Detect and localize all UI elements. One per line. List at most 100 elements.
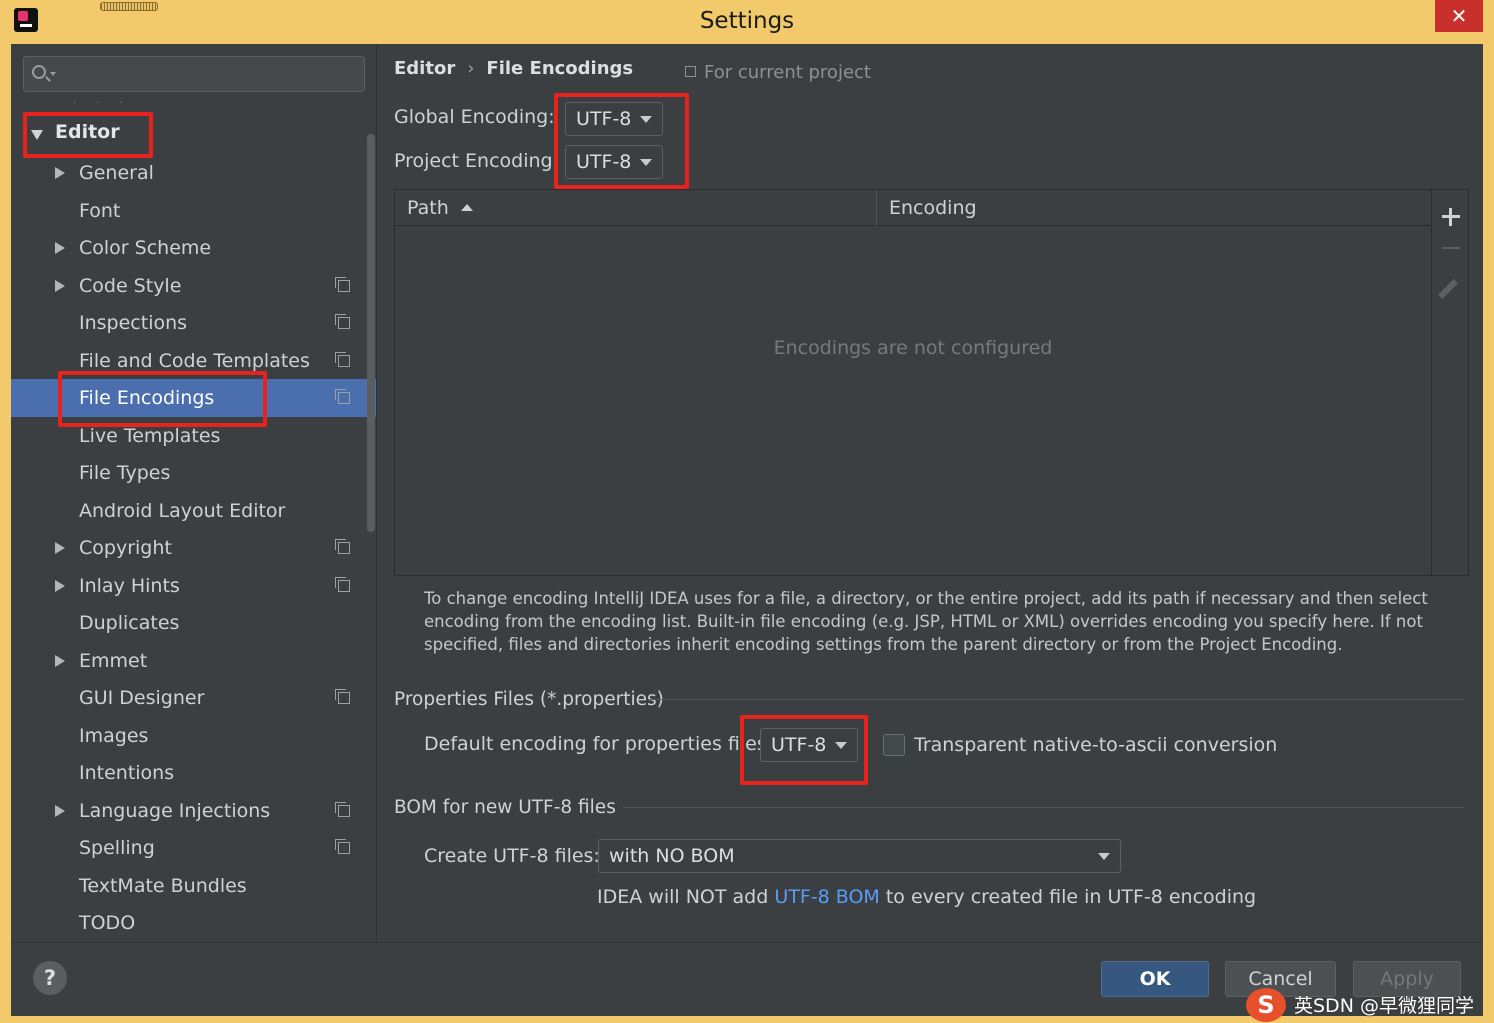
tree-item-intentions[interactable]: Intentions	[11, 754, 376, 792]
expand-arrow-icon[interactable]	[55, 805, 65, 817]
project-scope-label: For current project	[704, 62, 871, 83]
expanded-arrow-icon[interactable]	[31, 130, 43, 140]
tree-item-gui-designer[interactable]: GUI Designer	[11, 679, 376, 717]
column-header-encoding[interactable]: Encoding	[877, 190, 1429, 226]
tree-item-label: Intentions	[79, 762, 175, 784]
tree-item-label: Android Layout Editor	[79, 500, 286, 522]
expand-arrow-icon[interactable]	[55, 280, 65, 292]
project-settings-icon	[335, 539, 350, 554]
project-settings-icon	[335, 314, 350, 329]
tree-item-label: General	[79, 162, 154, 184]
edit-icon[interactable]	[1438, 279, 1458, 299]
tree-item-spelling[interactable]: Spelling	[11, 829, 376, 867]
section-divider	[650, 699, 1464, 700]
title-bar[interactable]: Settings ✕	[0, 0, 1494, 44]
tree-item-general[interactable]: General	[11, 154, 376, 192]
expand-arrow-icon[interactable]	[55, 167, 65, 179]
path-header-label: Path	[407, 197, 449, 219]
ok-button[interactable]: OK	[1101, 961, 1209, 997]
tree-item-code-style[interactable]: Code Style	[11, 267, 376, 305]
tree-item-duplicates[interactable]: Duplicates	[11, 604, 376, 642]
tree-item-label: TODO	[79, 912, 136, 934]
properties-section-title: Properties Files (*.properties)	[394, 689, 664, 710]
tree-item-label: Code Style	[79, 275, 182, 297]
remove-icon[interactable]	[1442, 247, 1460, 249]
bom-note: IDEA will NOT add UTF-8 BOM to every cre…	[597, 886, 1256, 908]
tree-item-file-encodings[interactable]: File Encodings	[11, 379, 376, 417]
expand-arrow-icon[interactable]	[55, 655, 65, 667]
tree-item-label: Live Templates	[79, 425, 221, 447]
tree-item-textmate-bundles[interactable]: TextMate Bundles	[11, 867, 376, 905]
tree-item-android-layout-editor[interactable]: Android Layout Editor	[11, 492, 376, 530]
tree-item-label: Language Injections	[79, 800, 271, 822]
expand-arrow-icon[interactable]	[55, 542, 65, 554]
breadcrumb: Editor › File Encodings	[394, 58, 633, 79]
watermark-text: 英SDN @早微狸同学	[1294, 995, 1474, 1017]
breadcrumb-parent[interactable]: Editor	[394, 58, 455, 79]
sort-ascending-icon	[460, 204, 473, 211]
search-field[interactable]	[23, 56, 365, 92]
window-title: Settings	[699, 8, 795, 34]
section-divider	[623, 807, 1464, 808]
tree-item-todo[interactable]: TODO	[11, 904, 376, 942]
tree-item-label: File Types	[79, 462, 171, 484]
tree-item-label: File and Code Templates	[79, 350, 310, 372]
utf8-bom-link[interactable]: UTF-8 BOM	[774, 886, 879, 908]
tree-item-label: GUI Designer	[79, 687, 205, 709]
close-button[interactable]: ✕	[1435, 0, 1483, 32]
bom-value: with NO BOM	[609, 845, 735, 867]
tree-item-label: Images	[79, 725, 149, 747]
bom-combo[interactable]: with NO BOM	[598, 839, 1121, 873]
sogou-logo: S	[1246, 988, 1286, 1022]
bom-section-title: BOM for new UTF-8 files	[394, 797, 616, 818]
tree-item-label: Inlay Hints	[79, 575, 180, 597]
transparent-conversion-checkbox[interactable]	[883, 734, 905, 756]
file-encodings-panel: Editor › File Encodings For current projec…	[378, 44, 1483, 942]
tree-item-emmet[interactable]: Emmet	[11, 642, 376, 680]
path-encoding-table[interactable]: Path Encoding Encodings are not configur…	[394, 189, 1432, 576]
project-encoding-combo[interactable]: UTF-8	[565, 145, 663, 179]
bom-note-prefix: IDEA will NOT add	[597, 886, 769, 908]
tree-item-live-templates[interactable]: Live Templates	[11, 417, 376, 455]
tree-item-label: Color Scheme	[79, 237, 212, 259]
tree-item-inlay-hints[interactable]: Inlay Hints	[11, 567, 376, 605]
tree-node-editor[interactable]: Editor	[11, 116, 376, 154]
tree-item-label: Copyright	[79, 537, 172, 559]
search-history-icon[interactable]	[50, 72, 56, 76]
tree-item-label: File Encodings	[79, 387, 215, 409]
expand-arrow-icon[interactable]	[55, 580, 65, 592]
tree-item-label: Font	[79, 200, 121, 222]
tree-item-label: TextMate Bundles	[79, 875, 247, 897]
global-encoding-label: Global Encoding:	[394, 106, 555, 128]
encoding-help-text: To change encoding IntelliJ IDEA uses fo…	[424, 589, 1428, 654]
search-icon	[32, 65, 46, 79]
tree-item-file-and-code-templates[interactable]: File and Code Templates	[11, 342, 376, 380]
tree-item-language-injections[interactable]: Language Injections	[11, 792, 376, 830]
tree-scrollbar[interactable]	[367, 134, 375, 532]
tree-item-inspections[interactable]: Inspections	[11, 304, 376, 342]
properties-encoding-value: UTF-8	[771, 734, 827, 756]
tree-item-images[interactable]: Images	[11, 717, 376, 755]
table-toolbar	[1432, 189, 1469, 576]
properties-encoding-label: Default encoding for properties files:	[424, 733, 774, 755]
tree-item-color-scheme[interactable]: Color Scheme	[11, 229, 376, 267]
settings-window: Settings ✕ ··· Editor General Font Color S…	[0, 0, 1494, 1023]
properties-encoding-combo[interactable]: UTF-8	[760, 728, 858, 762]
clipped-item: ···	[73, 98, 143, 109]
tree-item-copyright[interactable]: Copyright	[11, 529, 376, 567]
tree-item-label: Spelling	[79, 837, 155, 859]
settings-tree: ··· Editor General Font Color Scheme Code S…	[11, 44, 377, 942]
column-header-path[interactable]: Path	[395, 190, 877, 226]
add-icon[interactable]	[1442, 208, 1460, 226]
expand-arrow-icon[interactable]	[55, 242, 65, 254]
help-button[interactable]: ?	[33, 961, 67, 995]
project-encoding-value: UTF-8	[576, 151, 632, 173]
encoding-header-label: Encoding	[889, 197, 977, 219]
table-header: Path Encoding	[395, 190, 1431, 226]
empty-table-text: Encodings are not configured	[773, 337, 1053, 359]
project-settings-icon	[335, 389, 350, 404]
tree-item-font[interactable]: Font	[11, 192, 376, 230]
global-encoding-combo[interactable]: UTF-8	[565, 102, 663, 136]
transparent-conversion-label[interactable]: Transparent native-to-ascii conversion	[914, 734, 1277, 756]
tree-item-file-types[interactable]: File Types	[11, 454, 376, 492]
